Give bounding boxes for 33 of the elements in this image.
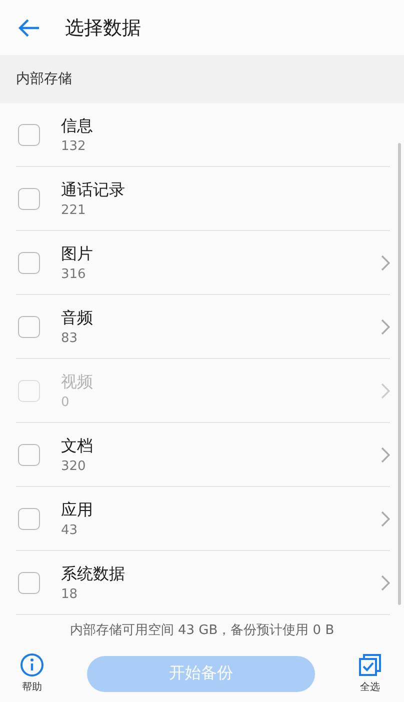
item-count: 320 [61, 458, 87, 474]
item-name: 通话记录 [61, 180, 126, 200]
item-count: 43 [61, 522, 79, 538]
item-count: 0 [61, 394, 70, 410]
checkbox[interactable] [18, 572, 40, 594]
item-name: 信息 [61, 116, 94, 136]
storage-note: 内部存储可用空间 43 GB，备份预计使用 0 B [68, 622, 336, 640]
checkbox[interactable] [18, 316, 40, 338]
checkbox[interactable] [18, 188, 40, 210]
chevron-icon[interactable] [381, 318, 390, 334]
checkbox[interactable] [18, 124, 40, 146]
select-all-button[interactable]: 全选 [358, 653, 382, 694]
item-name: 文档 [61, 436, 94, 456]
item-count: 18 [61, 586, 79, 602]
item-count: 221 [61, 202, 87, 218]
section-title: 内部存储 [16, 70, 72, 88]
item-name: 图片 [61, 244, 94, 264]
item-count: 83 [61, 330, 79, 346]
chevron-icon[interactable] [381, 446, 390, 462]
checkbox[interactable] [18, 252, 40, 274]
checkbox[interactable] [18, 444, 40, 466]
chevron-icon[interactable] [381, 254, 390, 270]
back-icon[interactable] [17, 18, 41, 38]
item-name: 应用 [61, 500, 94, 520]
checkbox[interactable] [18, 508, 40, 530]
item-name: 音频 [61, 308, 94, 328]
item-count: 316 [61, 266, 87, 282]
chevron-icon[interactable] [381, 510, 390, 526]
item-name: 视频 [61, 372, 94, 392]
chevron-icon[interactable] [381, 574, 390, 590]
item-count: 132 [61, 138, 87, 154]
page-title: 选择数据 [65, 16, 141, 40]
item-name: 系统数据 [61, 564, 126, 584]
